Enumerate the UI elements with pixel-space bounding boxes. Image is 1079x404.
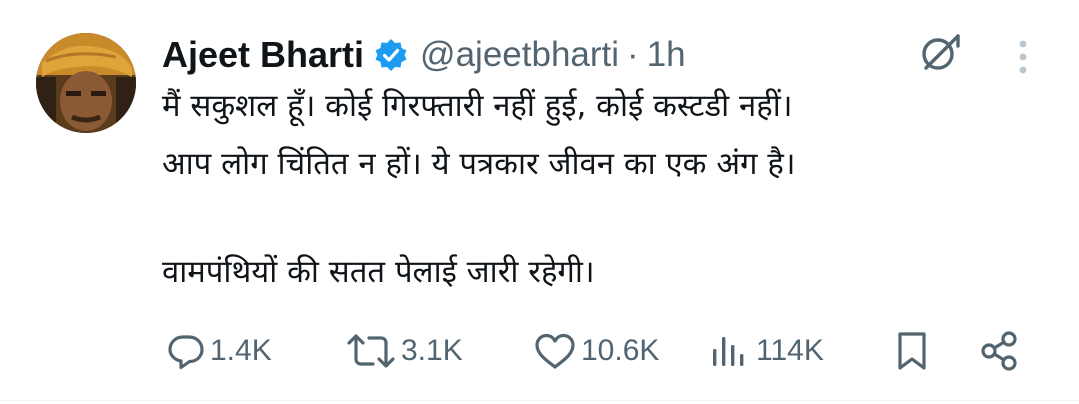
views-icon [713, 337, 744, 366]
views-count: 114K [756, 334, 824, 367]
share-icon [981, 331, 1017, 371]
tweet-text-line-1: मैं सकुशल हूँ। कोई गिरफ्तारी नहीं हुई, क… [162, 88, 793, 124]
share-button[interactable] [978, 328, 1022, 374]
header-separator: · [627, 35, 639, 74]
action-bar: 1.4K 3.1K 10.6K 114K [0, 328, 1079, 374]
tweet-text-line-2: आप लोग चिंतित न हों। ये पत्रकार जीवन का … [162, 146, 796, 182]
author-name[interactable]: Ajeet Bharti [162, 34, 364, 76]
views-button[interactable]: 114K [708, 328, 824, 374]
like-count: 10.6K [581, 334, 660, 367]
divider [0, 400, 1079, 401]
verified-badge-icon [374, 38, 408, 72]
grok-icon[interactable] [918, 30, 962, 74]
author-handle[interactable]: @ajeetbharti [420, 35, 619, 75]
avatar-photo [36, 33, 136, 133]
bookmark-button[interactable] [892, 328, 932, 374]
like-icon [535, 333, 575, 369]
tweet-text-line-3: वामपंथियों की सतत पेलाई जारी रहेगी। [162, 254, 595, 290]
avatar[interactable] [36, 33, 136, 133]
reply-icon [168, 335, 204, 370]
like-button[interactable]: 10.6K [533, 328, 659, 374]
reply-button[interactable]: 1.4K [166, 328, 272, 374]
repost-button[interactable]: 3.1K [345, 328, 463, 374]
reply-count: 1.4K [210, 334, 272, 367]
repost-icon [347, 334, 395, 368]
repost-count: 3.1K [401, 334, 463, 367]
previous-post-fragment [0, 0, 1079, 8]
bookmark-icon [898, 332, 926, 370]
more-options-icon[interactable] [1008, 38, 1038, 76]
post-time[interactable]: 1h [647, 35, 686, 75]
tweet-header: Ajeet Bharti @ajeetbharti · 1h [162, 30, 686, 80]
